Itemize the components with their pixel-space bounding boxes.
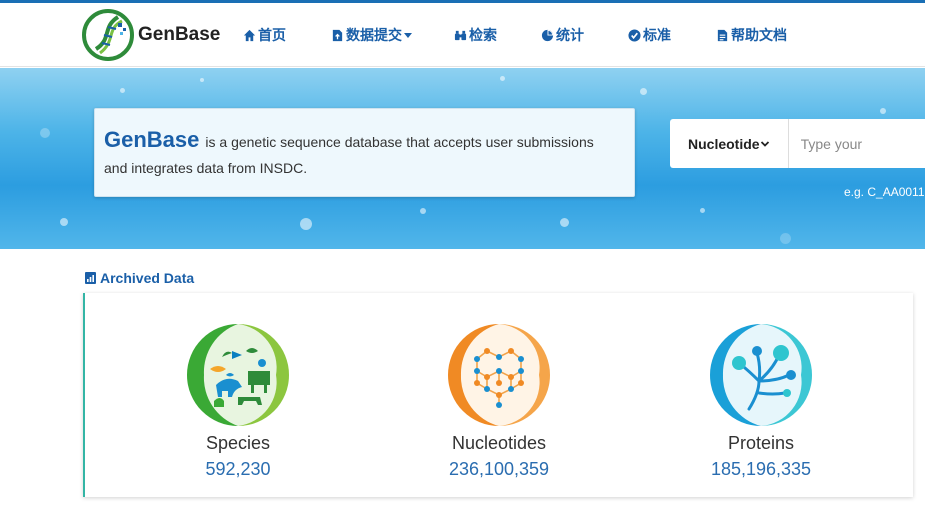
- bubble-decoration: [120, 88, 125, 93]
- bubble-decoration: [300, 218, 312, 230]
- bar-chart-icon: [85, 272, 96, 284]
- archived-data-panel: Species 592,230 Nucleotides 236,100,359 …: [83, 293, 913, 497]
- bubble-decoration: [700, 208, 705, 213]
- chevron-down-icon: [760, 140, 769, 147]
- bubble-decoration: [40, 128, 50, 138]
- bubble-decoration: [500, 76, 505, 81]
- intro-description-line1: is a genetic sequence database that acce…: [205, 134, 594, 150]
- species-icon: [187, 324, 289, 426]
- pie-chart-icon: [541, 29, 554, 41]
- search-bar: Nucleotide: [670, 119, 925, 168]
- nucleotides-icon: [448, 324, 550, 426]
- nav-help-docs[interactable]: 帮助文档: [716, 25, 787, 45]
- intro-brand: GenBase: [104, 127, 200, 152]
- stat-nucleotides-label: Nucleotides: [451, 433, 547, 453]
- nav-search[interactable]: 检索: [454, 25, 497, 45]
- stat-proteins[interactable]: Proteins 185,196,335: [661, 323, 861, 480]
- stat-species[interactable]: Species 592,230: [138, 323, 338, 480]
- stat-nucleotides-value: 236,100,359: [448, 459, 550, 479]
- brand-name: GenBase: [138, 24, 221, 45]
- stat-proteins-value: 185,196,335: [710, 459, 812, 479]
- search-input[interactable]: [788, 119, 925, 168]
- search-type-select[interactable]: Nucleotide: [670, 119, 789, 168]
- stat-species-value: 592,230: [205, 459, 271, 479]
- bubble-decoration: [780, 233, 791, 244]
- home-icon: [243, 29, 256, 41]
- binoculars-icon: [454, 30, 467, 40]
- nav-home[interactable]: 首页: [243, 25, 286, 45]
- brand[interactable]: GenBase: [82, 8, 220, 62]
- chevron-down-icon: [404, 32, 412, 38]
- archived-data-heading: Archived Data: [85, 270, 194, 286]
- intro-description-line2: and integrates data from INSDC.: [104, 160, 308, 176]
- hero-banner: GenBase is a genetic sequence database t…: [0, 68, 925, 249]
- upload-file-icon: [332, 29, 343, 41]
- bubble-decoration: [200, 78, 204, 82]
- nav-standards[interactable]: 标准: [628, 25, 671, 45]
- nav-standards-label: 标准: [643, 27, 671, 43]
- check-circle-icon: [628, 28, 641, 42]
- nav-data-submission[interactable]: 数据提交: [331, 25, 412, 45]
- navbar: GenBase 首页 数据提交 检索 统计 标准 帮助文档: [0, 3, 925, 67]
- stat-species-label: Species: [205, 433, 271, 453]
- bubble-decoration: [640, 88, 647, 95]
- bubble-decoration: [60, 218, 68, 226]
- nav-statistics[interactable]: 统计: [541, 25, 584, 45]
- document-icon: [717, 29, 728, 41]
- search-example: e.g. C_AA0011: [844, 185, 925, 199]
- archived-data-title: Archived Data: [100, 270, 195, 286]
- stat-proteins-label: Proteins: [727, 433, 795, 453]
- bubble-decoration: [560, 218, 569, 227]
- stat-nucleotides[interactable]: Nucleotides 236,100,359: [399, 323, 599, 480]
- search-type-value: Nucleotide: [688, 135, 760, 152]
- genbase-logo-icon: [82, 9, 134, 61]
- nav-search-label: 检索: [469, 27, 497, 43]
- nav-home-label: 首页: [258, 27, 286, 43]
- proteins-icon: [710, 324, 812, 426]
- nav-statistics-label: 统计: [556, 27, 584, 43]
- nav-help-docs-label: 帮助文档: [731, 27, 787, 43]
- bubble-decoration: [880, 108, 886, 114]
- intro-box: GenBase is a genetic sequence database t…: [94, 108, 635, 197]
- nav-data-submission-label: 数据提交: [346, 27, 402, 43]
- bubble-decoration: [420, 208, 426, 214]
